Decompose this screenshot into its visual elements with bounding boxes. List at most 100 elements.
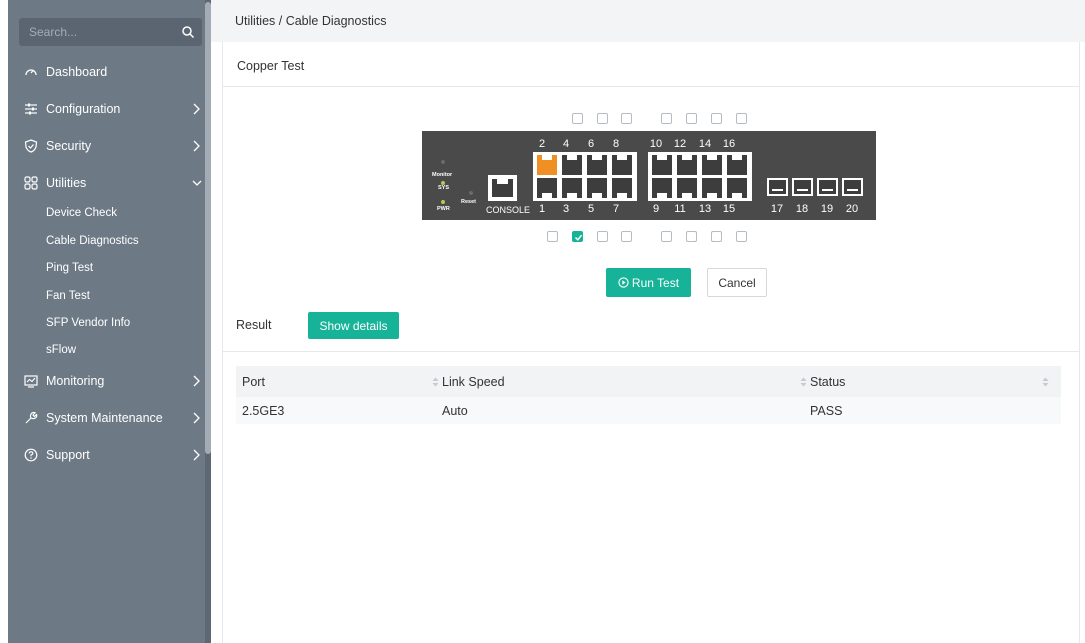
- panel-title: Copper Test: [237, 59, 305, 73]
- port-3: [562, 178, 582, 198]
- sort-icon[interactable]: [432, 377, 439, 387]
- breadcrumb: Utilities / Cable Diagnostics: [235, 14, 387, 28]
- nav-monitoring[interactable]: Monitoring: [8, 363, 205, 400]
- port-checkbox-15[interactable]: [736, 231, 747, 242]
- reset-label: Reset: [461, 199, 476, 205]
- port-number: 3: [562, 203, 570, 215]
- submenu-ping-test[interactable]: Ping Test: [46, 262, 93, 274]
- shield-icon: [24, 139, 38, 153]
- port-number: 16: [722, 138, 736, 150]
- submenu-cable-diagnostics[interactable]: Cable Diagnostics: [46, 235, 139, 247]
- submenu-device-check[interactable]: Device Check: [46, 207, 117, 219]
- sidebar-scrollbar[interactable]: [205, 0, 211, 643]
- nav-utilities[interactable]: Utilities: [8, 165, 205, 202]
- result-label: Result: [236, 318, 272, 332]
- sort-icon[interactable]: [800, 377, 807, 387]
- cell-status: PASS: [804, 397, 1061, 424]
- sys-label: SYS: [438, 185, 450, 191]
- sfp-port-20: [842, 178, 863, 196]
- port-number: 5: [587, 203, 595, 215]
- column-label: Port: [242, 374, 265, 389]
- show-details-button[interactable]: Show details: [308, 312, 399, 339]
- search-icon[interactable]: [181, 25, 195, 39]
- port-checkbox-16[interactable]: [736, 113, 747, 124]
- port-checkbox-11[interactable]: [686, 231, 697, 242]
- port-14: [702, 155, 722, 175]
- checkmark-icon: [574, 234, 583, 241]
- run-test-button[interactable]: Run Test: [606, 268, 691, 297]
- search-box: [19, 18, 202, 46]
- port-8: [612, 155, 632, 175]
- reset-button-hole: [469, 191, 473, 195]
- column-header-status[interactable]: Status: [800, 366, 1061, 397]
- port-number: 1: [538, 203, 546, 215]
- port-9: [652, 178, 672, 198]
- port-number: 9: [652, 203, 660, 215]
- scrollbar-thumb[interactable]: [205, 2, 211, 454]
- run-test-label: Run Test: [631, 275, 680, 290]
- port-checkbox-3[interactable]: [572, 231, 583, 242]
- port-checkbox-13[interactable]: [711, 231, 722, 242]
- sort-icon[interactable]: [1042, 377, 1049, 387]
- play-circle-icon: [618, 276, 629, 288]
- nav-system-maintenance[interactable]: System Maintenance: [8, 400, 205, 437]
- port-checkbox-5[interactable]: [597, 231, 608, 242]
- nav-label: Dashboard: [46, 65, 108, 79]
- nav-security[interactable]: Security: [8, 128, 205, 165]
- port-checkbox-9[interactable]: [661, 231, 672, 242]
- port-checkbox-10[interactable]: [661, 113, 672, 124]
- port-checkbox-4[interactable]: [597, 113, 608, 124]
- nav-dashboard[interactable]: Dashboard: [8, 54, 205, 91]
- monitor-chart-icon: [24, 375, 38, 388]
- column-label: Status: [810, 374, 846, 389]
- search-input[interactable]: [19, 18, 179, 46]
- nav-configuration[interactable]: Configuration: [8, 91, 205, 128]
- port-number: 4: [562, 138, 570, 150]
- console-port: [488, 175, 517, 201]
- port-checkbox-7[interactable]: [621, 231, 632, 242]
- chevron-right-icon: [193, 140, 200, 152]
- chevron-down-icon: [192, 180, 202, 186]
- chevron-right-icon: [193, 449, 200, 461]
- column-label: Link Speed: [442, 374, 505, 389]
- port-group-9-16: [648, 152, 752, 201]
- port-group-1-8: [533, 152, 637, 201]
- nav-support[interactable]: Support: [8, 437, 205, 474]
- cancel-button[interactable]: Cancel: [707, 268, 767, 297]
- port-13: [702, 178, 722, 198]
- port-number: 17: [770, 203, 784, 215]
- nav-label: Utilities: [46, 176, 87, 190]
- port-number: 6: [587, 138, 595, 150]
- chevron-right-icon: [193, 103, 200, 115]
- sfp-port-17: [767, 178, 788, 196]
- dashboard-gauge-icon: [25, 69, 37, 76]
- nav-label: System Maintenance: [46, 411, 163, 425]
- port-2: [537, 155, 557, 175]
- port-6: [587, 155, 607, 175]
- port-12: [677, 155, 697, 175]
- question-circle-icon: [24, 448, 38, 462]
- monitor-led: [441, 160, 445, 164]
- column-header-port[interactable]: Port: [236, 366, 436, 397]
- port-number: 2: [538, 138, 546, 150]
- nav-label: Monitoring: [46, 374, 105, 388]
- port-checkbox-1[interactable]: [547, 231, 558, 242]
- port-checkbox-14[interactable]: [711, 113, 722, 124]
- port-number: 11: [674, 203, 686, 215]
- submenu-fan-test[interactable]: Fan Test: [46, 290, 90, 302]
- utilities-grid-icon: [24, 176, 38, 190]
- port-number: 10: [649, 138, 663, 150]
- port-checkbox-12[interactable]: [686, 113, 697, 124]
- switch-front-panel: Monitor SYS PWR Reset CONSOLE 2 4 6 8 10…: [422, 131, 876, 220]
- port-checkbox-2[interactable]: [572, 113, 583, 124]
- chevron-right-icon: [193, 375, 200, 387]
- column-header-link-speed[interactable]: Link Speed: [432, 366, 804, 397]
- submenu-sfp-vendor-info[interactable]: SFP Vendor Info: [46, 317, 130, 329]
- pwr-label: PWR: [437, 206, 450, 212]
- submenu-sflow[interactable]: sFlow: [46, 344, 76, 356]
- port-15: [727, 178, 747, 198]
- port-checkbox-6[interactable]: [621, 113, 632, 124]
- cell-port: 2.5GE3: [236, 397, 436, 424]
- port-number: 20: [845, 203, 859, 215]
- port-16: [727, 155, 747, 175]
